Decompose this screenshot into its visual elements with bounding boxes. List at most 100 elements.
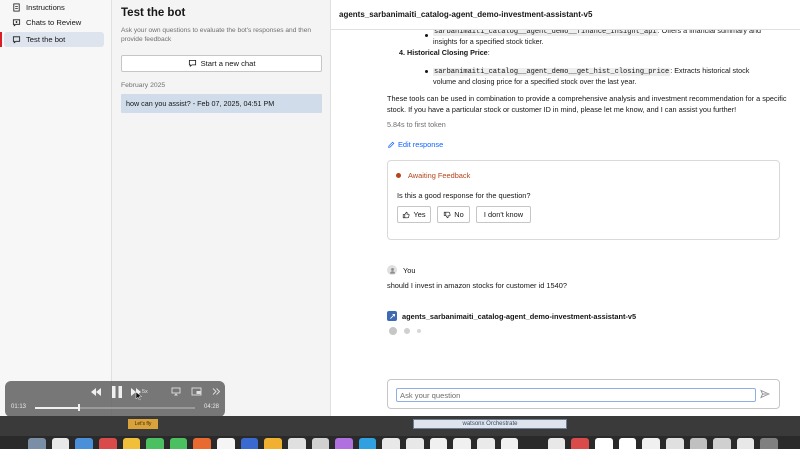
dock-app-icon[interactable]	[406, 438, 424, 449]
dock-app-icon[interactable]	[689, 438, 708, 449]
dont-know-label: I don't know	[483, 210, 524, 219]
nav-label: Instructions	[26, 3, 65, 12]
document-icon	[13, 3, 20, 12]
dock-app-icon[interactable]	[429, 438, 448, 449]
tool-description-cont: volume and closing price for a specified…	[433, 77, 637, 86]
no-label: No	[454, 210, 464, 219]
chat-bubble-icon	[188, 59, 196, 68]
macos-dock	[22, 438, 778, 449]
dock-app-icon[interactable]	[335, 438, 353, 449]
status-dot-icon	[396, 173, 401, 178]
panel-description: Ask your own questions to evaluate the b…	[121, 27, 312, 43]
left-nav: Instructions Chats to Review Test the bo…	[0, 0, 112, 416]
expand-chevrons-icon[interactable]	[212, 387, 221, 396]
dock-app-icon[interactable]	[713, 438, 731, 449]
dock-app-icon[interactable]	[217, 438, 235, 449]
airplay-icon[interactable]	[171, 387, 181, 396]
edit-response-label: Edit response	[398, 140, 444, 149]
thumbs-up-icon	[403, 211, 410, 218]
send-icon[interactable]	[760, 389, 770, 399]
typing-indicator	[389, 327, 421, 335]
typing-dot	[389, 327, 397, 335]
dock-app-icon[interactable]	[51, 438, 70, 449]
list-item-heading: 4. Historical Closing Price:	[399, 47, 490, 58]
pause-icon[interactable]	[111, 385, 123, 399]
active-indicator	[0, 32, 2, 47]
dock-app-icon[interactable]	[311, 438, 330, 449]
dock-app-icon[interactable]	[28, 438, 46, 449]
edit-response-link[interactable]: Edit response	[387, 140, 443, 149]
dock-app-icon[interactable]	[287, 438, 306, 449]
list-title: Historical Closing Price	[407, 48, 488, 57]
typing-dot	[404, 328, 410, 334]
dock-app-icon[interactable]	[642, 438, 660, 449]
seek-handle[interactable]	[78, 404, 80, 411]
chat-main: agents_sarbanimaiti_catalog-agent_demo-i…	[331, 0, 800, 416]
dock-app-icon[interactable]	[500, 438, 519, 449]
total-time: 04:28	[203, 404, 219, 410]
dock-app-icon[interactable]	[618, 438, 637, 449]
ask-question-input[interactable]	[396, 388, 756, 402]
dock-app-icon[interactable]	[358, 438, 377, 449]
thumbs-down-button[interactable]: No	[437, 206, 470, 223]
panel-title: Test the bot	[121, 7, 186, 19]
dock-app-icon[interactable]	[382, 438, 400, 449]
nav-item-instructions[interactable]: Instructions	[4, 0, 104, 15]
dock-app-icon[interactable]	[193, 438, 211, 449]
chats-panel: Test the bot Ask your own questions to e…	[112, 0, 331, 416]
dock-app-icon[interactable]	[595, 438, 613, 449]
rewind-icon[interactable]	[90, 387, 102, 397]
bullet	[425, 34, 428, 37]
feedback-question: Is this a good response for the question…	[397, 191, 531, 200]
nav-label: Chats to Review	[26, 18, 82, 27]
video-player-controls: 5x 01:13 04:28	[5, 381, 225, 416]
dock-app-icon[interactable]	[75, 438, 93, 449]
feedback-status: Awaiting Feedback	[396, 171, 470, 180]
nav-item-chats-to-review[interactable]: Chats to Review	[4, 15, 104, 30]
tool-description-cont: insights for a specified stock ticker.	[433, 37, 544, 46]
chat-icon	[12, 36, 21, 44]
dock-app-icon[interactable]	[240, 438, 259, 449]
agent-avatar-icon	[387, 311, 397, 321]
dock-app-icon[interactable]	[547, 438, 566, 449]
chat-history-item[interactable]: how can you assist? - Feb 07, 2025, 04:5…	[121, 94, 322, 113]
start-new-chat-label: Start a new chat	[200, 59, 256, 68]
watsonx-orchestrate-label: watsonx Orchestrate	[413, 419, 567, 429]
dock-app-icon[interactable]	[146, 438, 164, 449]
dont-know-button[interactable]: I don't know	[476, 206, 531, 223]
lets-fly-badge: Let's fly	[128, 419, 158, 429]
desktop-strip: Let's fly watsonx Orchestrate	[0, 416, 800, 449]
start-new-chat-button[interactable]: Start a new chat	[121, 55, 322, 72]
agent-name: agents_sarbanimaiti_catalog-agent_demo-i…	[402, 311, 637, 321]
app-window: Instructions Chats to Review Test the bo…	[0, 0, 800, 416]
tool-desc: : Extracts historical stock	[670, 66, 750, 75]
feedback-card: Awaiting Feedback Is this a good respons…	[387, 160, 780, 240]
pencil-icon	[388, 141, 395, 148]
picture-in-picture-icon[interactable]	[191, 387, 202, 396]
list-colon: :	[487, 48, 490, 57]
thumbs-up-button[interactable]: Yes	[397, 206, 431, 223]
dock-app-icon[interactable]	[122, 438, 141, 449]
user-message-header: You	[387, 265, 415, 275]
elapsed-time: 01:13	[11, 404, 27, 410]
dock-app-icon[interactable]	[736, 438, 755, 449]
dock-app-icon[interactable]	[169, 438, 188, 449]
dock-app-icon[interactable]	[476, 438, 495, 449]
tool-code: sarbanimaiti_catalog__agent_demo__get_hi…	[433, 68, 671, 76]
dock-app-icon[interactable]	[571, 438, 589, 449]
mouse-cursor-icon	[135, 391, 143, 401]
nav-item-test-the-bot[interactable]: Test the bot	[4, 32, 104, 47]
chat-input-box	[387, 379, 780, 409]
dock-app-icon[interactable]	[524, 438, 542, 449]
dock-app-icon[interactable]	[760, 438, 778, 449]
dock-app-icon[interactable]	[264, 438, 282, 449]
yes-label: Yes	[413, 210, 426, 219]
user-name: You	[403, 265, 416, 275]
response-summary: These tools can be used in combination t…	[387, 94, 787, 114]
dock-app-icon[interactable]	[453, 438, 471, 449]
background-window-strip	[0, 416, 800, 436]
chat-review-icon	[12, 19, 21, 27]
latency-text: 5.84s to first token	[387, 120, 446, 129]
dock-app-icon[interactable]	[98, 438, 117, 449]
dock-app-icon[interactable]	[665, 438, 684, 449]
